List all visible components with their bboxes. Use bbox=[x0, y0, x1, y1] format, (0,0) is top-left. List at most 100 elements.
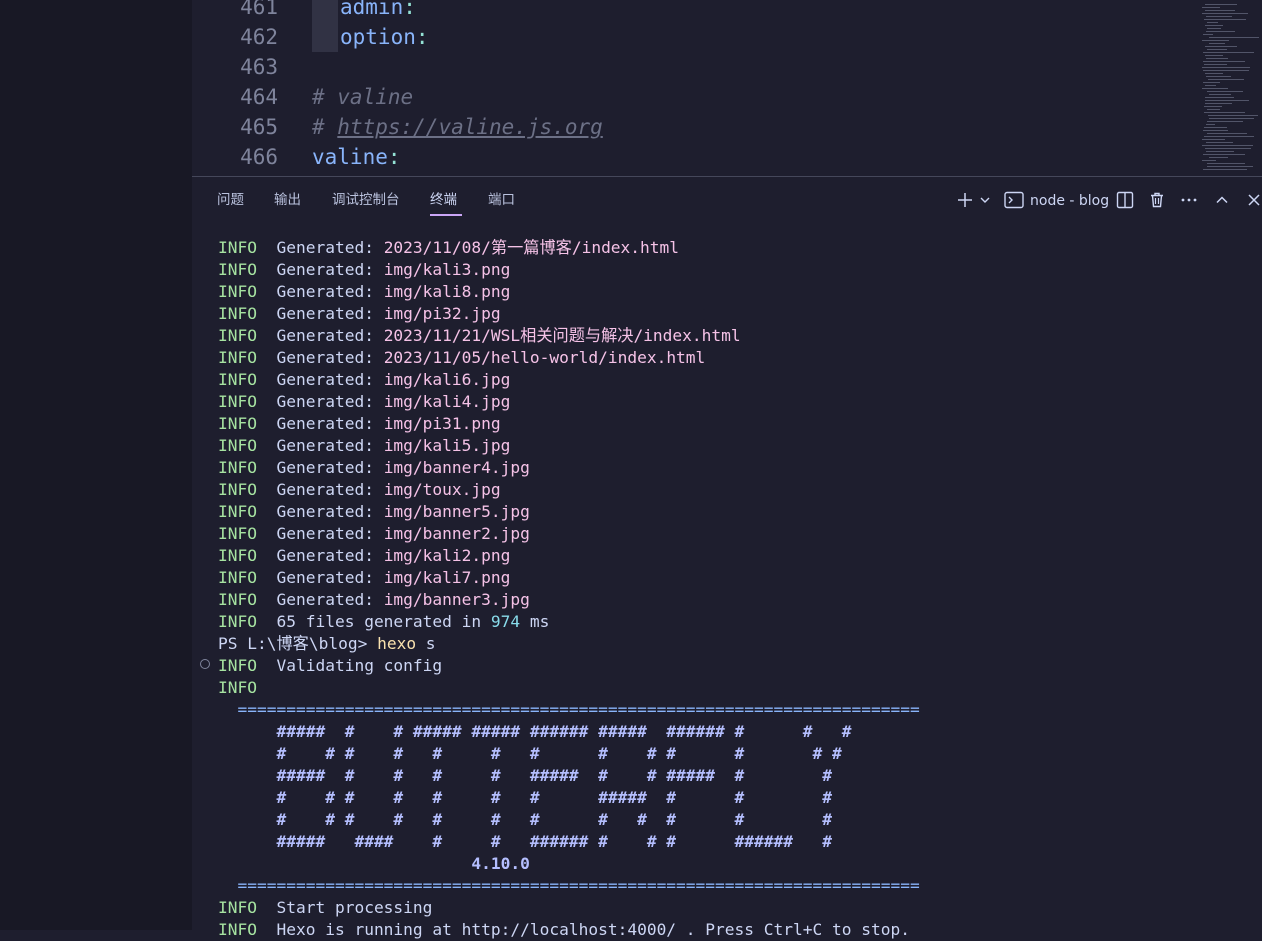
minimap-line bbox=[1205, 46, 1237, 47]
minimap-line bbox=[1207, 163, 1245, 164]
tab-output[interactable]: 输出 bbox=[274, 190, 301, 210]
banner-ascii-line: ##### # # # # ##### # # ##### # # bbox=[276, 766, 832, 785]
minimap-line bbox=[1202, 13, 1248, 14]
minimap-line bbox=[1204, 19, 1246, 20]
minimap-line bbox=[1209, 43, 1225, 44]
terminal-line: INFO Generated: img/pi32.jpg bbox=[218, 304, 501, 323]
banner-ascii-line: # # # # # # # # # # # # # bbox=[276, 744, 842, 763]
close-icon[interactable] bbox=[1243, 189, 1262, 211]
minimap-line bbox=[1205, 103, 1232, 104]
minimap-line bbox=[1207, 166, 1253, 167]
minimap-line bbox=[1207, 109, 1220, 110]
minimap[interactable] bbox=[1194, 0, 1260, 176]
minimap-line bbox=[1207, 28, 1221, 29]
line-number: 466 bbox=[240, 145, 278, 169]
terminal-line: INFO Generated: 2023/11/05/hello-world/i… bbox=[218, 348, 706, 367]
terminal-line: INFO Generated: img/kali7.png bbox=[218, 568, 511, 587]
minimap-line bbox=[1205, 4, 1237, 5]
line-number: 462 bbox=[240, 25, 278, 49]
banner-rule: ========================================… bbox=[237, 700, 920, 719]
code-line: 464 # valine bbox=[192, 82, 1192, 112]
chevron-up-icon[interactable] bbox=[1211, 189, 1233, 211]
banner-ascii-line: ##### #### # # ###### # # # ###### # bbox=[276, 832, 832, 851]
minimap-line bbox=[1203, 82, 1220, 83]
minimap-line bbox=[1203, 61, 1245, 62]
minimap-line bbox=[1205, 10, 1235, 11]
trash-icon[interactable] bbox=[1146, 189, 1168, 211]
code-line: 466 valine: bbox=[192, 142, 1192, 172]
split-icon[interactable] bbox=[1114, 189, 1136, 211]
tab-debug-console[interactable]: 调试控制台 bbox=[332, 190, 400, 210]
minimap-line bbox=[1205, 100, 1249, 101]
minimap-line bbox=[1206, 76, 1231, 77]
tab-problems[interactable]: 问题 bbox=[217, 190, 244, 210]
terminal-line: INFO Hexo is running at http://localhost… bbox=[218, 920, 910, 939]
minimap-line bbox=[1208, 79, 1244, 80]
line-number: 461 bbox=[240, 0, 278, 19]
terminal-instance-name[interactable]: node - blog bbox=[1030, 191, 1109, 211]
terminal-line: INFO Generated: img/kali5.jpg bbox=[218, 436, 511, 455]
terminal-line: INFO Generated: img/kali3.png bbox=[218, 260, 511, 279]
minimap-line bbox=[1205, 85, 1216, 86]
terminal-prompt-line: PS L:\博客\blog> hexo s bbox=[218, 634, 436, 653]
minimap-line bbox=[1203, 34, 1213, 35]
terminal-line: INFO Generated: img/banner2.jpg bbox=[218, 524, 530, 543]
minimap-line bbox=[1202, 67, 1250, 68]
terminal-output[interactable]: INFO Generated: 2023/11/08/第一篇博客/index.h… bbox=[218, 237, 1258, 941]
banner-ascii-line: # # # # # # # ##### # # # bbox=[276, 788, 832, 807]
chevron-down-icon[interactable] bbox=[978, 189, 992, 211]
minimap-line bbox=[1203, 52, 1254, 53]
minimap-line bbox=[1209, 37, 1259, 38]
minimap-line bbox=[1204, 136, 1254, 137]
terminal-line: INFO Generated: img/kali6.jpg bbox=[218, 370, 511, 389]
line-number: 464 bbox=[240, 85, 278, 109]
indent-guide bbox=[312, 22, 338, 52]
yaml-key: option bbox=[340, 25, 416, 49]
code-editor[interactable]: 461 admin: 462 option: 463 464 # valine … bbox=[192, 0, 1262, 176]
terminal-line: INFO Generated: 2023/11/08/第一篇博客/index.h… bbox=[218, 238, 680, 257]
minimap-line bbox=[1202, 40, 1229, 41]
minimap-line bbox=[1202, 7, 1220, 8]
ellipsis-icon[interactable] bbox=[1178, 189, 1200, 211]
tab-terminal[interactable]: 终端 bbox=[430, 190, 457, 210]
command-decoration-icon[interactable] bbox=[200, 659, 210, 669]
banner-version: 4.10.0 bbox=[471, 854, 530, 873]
minimap-line bbox=[1205, 97, 1234, 98]
terminal-line: INFO Generated: img/kali8.png bbox=[218, 282, 511, 301]
minimap-line bbox=[1207, 22, 1218, 23]
minimap-line bbox=[1207, 121, 1243, 122]
active-tab-indicator bbox=[430, 214, 462, 216]
terminal-icon bbox=[1003, 189, 1025, 211]
minimap-line bbox=[1203, 154, 1245, 155]
minimap-line bbox=[1206, 142, 1233, 143]
sidebar bbox=[0, 0, 192, 930]
minimap-line bbox=[1204, 64, 1227, 65]
minimap-line bbox=[1204, 127, 1227, 128]
minimap-line bbox=[1202, 160, 1216, 161]
terminal-line: INFO Generated: img/pi31.png bbox=[218, 414, 501, 433]
code-line: 465 # https://valine.js.org bbox=[192, 112, 1192, 142]
minimap-line bbox=[1206, 151, 1234, 152]
terminal-line: INFO Generated: img/toux.jpg bbox=[218, 480, 501, 499]
plus-icon[interactable] bbox=[954, 189, 976, 211]
minimap-line bbox=[1203, 130, 1228, 131]
yaml-key: valine bbox=[312, 145, 388, 169]
minimap-line bbox=[1202, 145, 1253, 146]
terminal-line: INFO Generated: img/kali4.jpg bbox=[218, 392, 511, 411]
bottom-panel: 问题 输出 调试控制台 终端 端口 node - blog INFO Gener… bbox=[192, 176, 1262, 939]
minimap-line bbox=[1205, 148, 1251, 149]
minimap-line bbox=[1202, 88, 1228, 89]
terminal-line: INFO Generated: img/banner3.jpg bbox=[218, 590, 530, 609]
banner-ascii-line: ##### # # ##### ##### ###### ##### #####… bbox=[276, 722, 852, 741]
terminal-line: INFO Validating config bbox=[218, 656, 443, 675]
line-number: 463 bbox=[240, 55, 278, 79]
tab-ports[interactable]: 端口 bbox=[488, 190, 515, 210]
minimap-line bbox=[1202, 139, 1225, 140]
minimap-line bbox=[1205, 25, 1223, 26]
panel-tab-bar: 问题 输出 调试控制台 终端 端口 node - blog bbox=[192, 177, 1262, 223]
terminal-line: INFO Generated: 2023/11/21/WSL相关问题与解决/in… bbox=[218, 326, 741, 345]
yaml-key: admin bbox=[340, 0, 404, 19]
terminal-line: INFO 65 files generated in 974 ms bbox=[218, 612, 550, 631]
comment-link[interactable]: https://valine.js.org bbox=[337, 115, 603, 139]
minimap-line bbox=[1209, 118, 1254, 119]
